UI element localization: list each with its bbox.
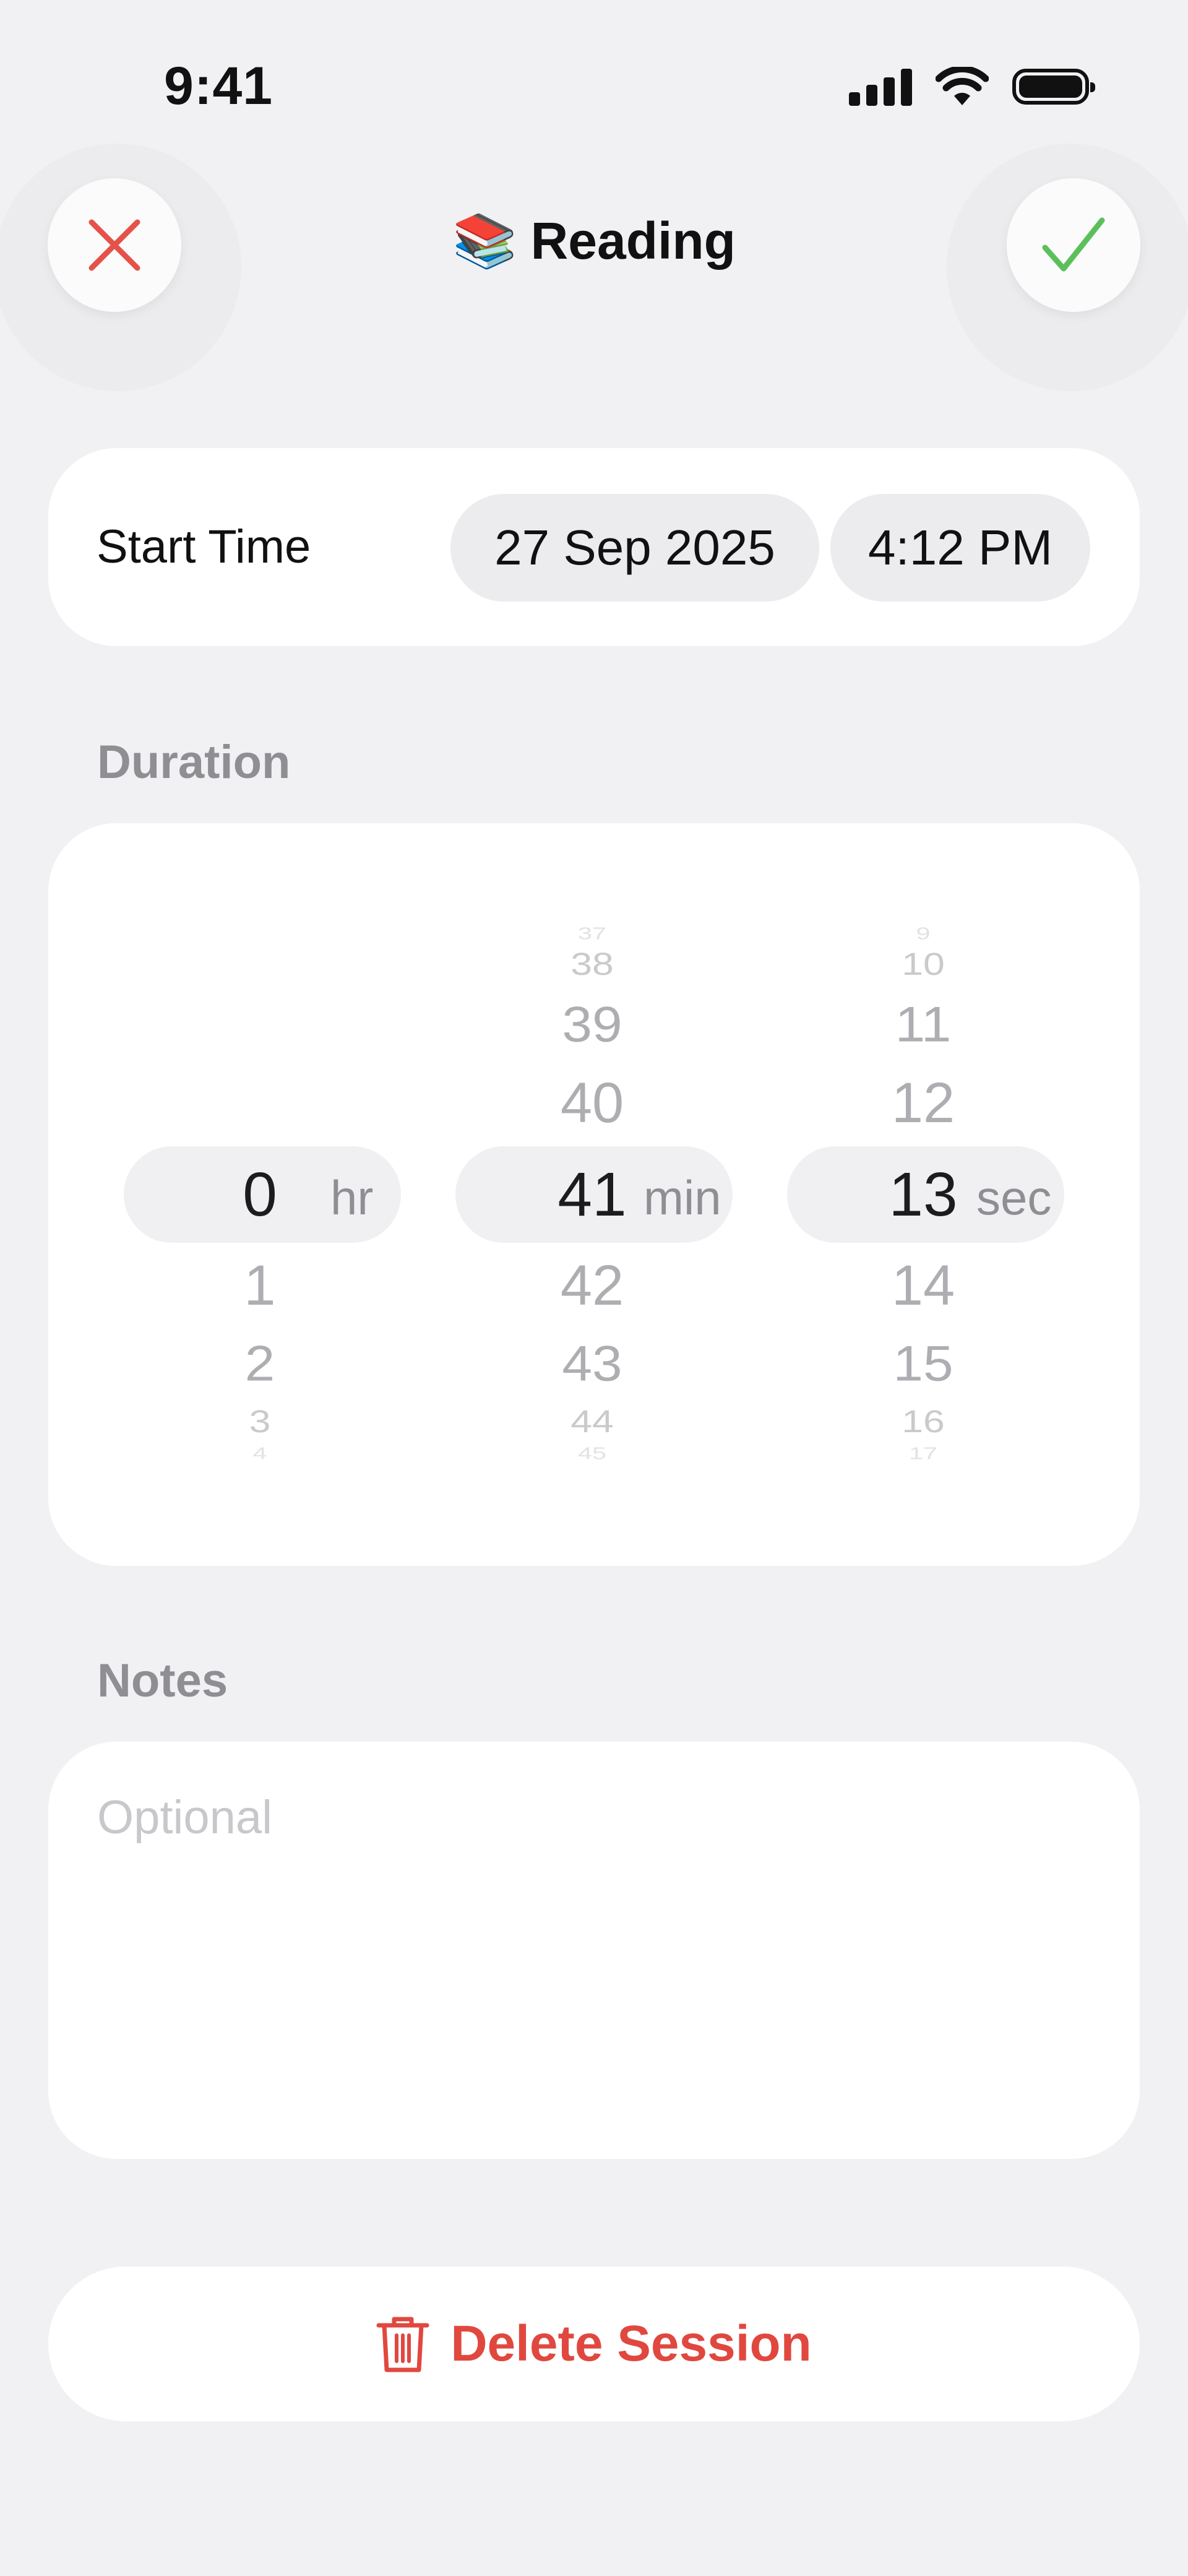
start-time-label: Start Time <box>97 521 311 573</box>
seconds-unit-label: sec <box>976 1170 1052 1225</box>
notes-placeholder: Optional <box>97 1791 273 1844</box>
picker-value: 11 <box>895 996 952 1052</box>
books-emoji-icon: 📚 <box>452 212 517 270</box>
cellular-signal-icon <box>849 67 912 106</box>
hours-unit-label: hr <box>330 1170 374 1225</box>
edit-session-screen: 9:41 📚 Reading Start Time 27 Sep 2025 4:… <box>0 0 1188 2576</box>
delete-session-button[interactable]: Delete Session <box>48 2267 1140 2421</box>
picker-value: 17 <box>908 1443 938 1463</box>
start-time-card: Start Time 27 Sep 2025 4:12 PM <box>48 448 1140 646</box>
picker-value: 1 <box>244 1254 276 1317</box>
duration-label: Duration <box>97 736 291 789</box>
picker-value: 3 <box>249 1404 271 1440</box>
picker-selected-value: 13 <box>889 1160 958 1229</box>
picker-value: 40 <box>560 1071 624 1135</box>
picker-value: 39 <box>562 996 622 1052</box>
picker-value: 10 <box>902 946 945 982</box>
wifi-icon <box>936 67 989 105</box>
picker-value: 4 <box>252 1443 267 1463</box>
picker-value: 2 <box>244 1336 275 1391</box>
status-icons <box>849 67 1095 106</box>
picker-value: 12 <box>891 1071 955 1135</box>
picker-value: 9 <box>916 923 931 943</box>
picker-value: 38 <box>570 946 614 982</box>
picker-value: 43 <box>562 1336 622 1391</box>
minutes-unit-label: min <box>644 1170 721 1225</box>
picker-value: 15 <box>893 1336 953 1391</box>
picker-value: 16 <box>902 1404 945 1440</box>
picker-value: 42 <box>560 1254 624 1317</box>
delete-session-label: Delete Session <box>450 2315 812 2372</box>
trash-icon <box>376 2317 429 2372</box>
start-date-picker[interactable]: 27 Sep 2025 <box>450 494 819 602</box>
picker-selected-value: 0 <box>243 1160 277 1229</box>
picker-value: 37 <box>577 923 607 943</box>
picker-value: 14 <box>891 1254 955 1317</box>
picker-value: 44 <box>570 1404 614 1440</box>
battery-icon <box>1012 69 1095 105</box>
notes-label: Notes <box>97 1654 228 1707</box>
status-time: 9:41 <box>164 56 273 116</box>
picker-value: 45 <box>577 1443 607 1463</box>
page-title: 📚 Reading <box>0 210 1188 272</box>
start-time-picker[interactable]: 4:12 PM <box>830 494 1090 602</box>
page-title-text: Reading <box>530 212 736 270</box>
picker-selected-value: 41 <box>557 1160 627 1229</box>
